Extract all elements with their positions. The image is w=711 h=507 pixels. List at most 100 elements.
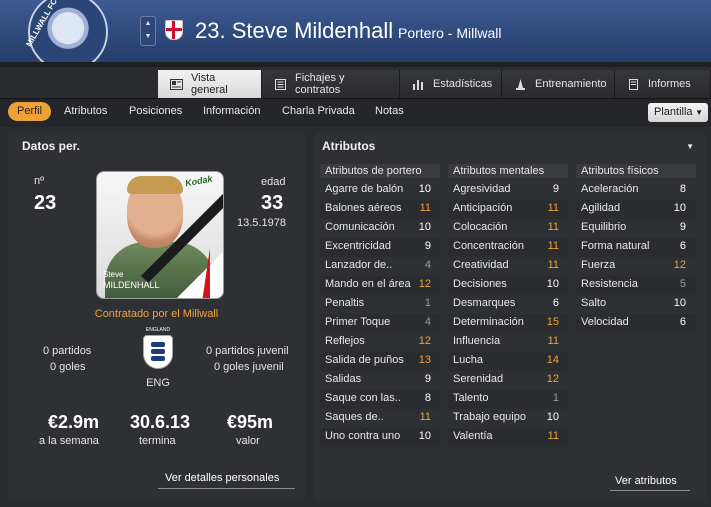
- attribute-name: Forma natural: [581, 240, 650, 252]
- attribute-name: Penaltis: [325, 297, 365, 309]
- attribute-row[interactable]: Concentración 11: [448, 238, 568, 257]
- player-nav-stepper[interactable]: ▲ ▼: [140, 16, 156, 46]
- overview-icon: [170, 78, 183, 90]
- attribute-value: 12: [418, 335, 431, 347]
- subtab-informacion[interactable]: Información: [203, 105, 260, 117]
- attribute-row[interactable]: Colocación 11: [448, 219, 568, 238]
- plantilla-label: Plantilla: [654, 106, 693, 118]
- attribute-row[interactable]: Penaltis 1: [320, 295, 440, 314]
- attribute-value: 4: [424, 316, 431, 328]
- attribute-name: Valentía: [453, 430, 493, 442]
- attribute-row[interactable]: Determinación 15: [448, 314, 568, 333]
- attribute-value: 10: [546, 411, 559, 423]
- attribute-value: 12: [673, 259, 686, 271]
- attribute-row[interactable]: Reflejos 12: [320, 333, 440, 352]
- tab-label: Fichajes y contratos: [295, 72, 345, 96]
- subtab-notas[interactable]: Notas: [375, 105, 404, 117]
- tab-reports[interactable]: Informes: [615, 70, 711, 98]
- attribute-name: Fuerza: [581, 259, 616, 271]
- attribute-row[interactable]: Trabajo equipo 10: [448, 409, 568, 428]
- sub-navigation: Perfil Atributos Posiciones Información …: [0, 99, 711, 127]
- tab-stats[interactable]: Estadísticas: [400, 70, 502, 98]
- attribute-name: Talento: [453, 392, 489, 404]
- attribute-row[interactable]: Salto 10: [576, 295, 696, 314]
- player-header: MILLWALL FC ▲ ▼ 23. Steve Mildenhall Por…: [0, 0, 711, 62]
- contract-expiry: 30.6.13: [130, 412, 191, 432]
- personal-details-link[interactable]: Ver detalles personales: [165, 472, 279, 484]
- attribute-name: Primer Toque: [325, 316, 391, 328]
- attribute-name: Uno contra uno: [325, 430, 401, 442]
- attribute-value: 11: [547, 240, 559, 252]
- stats-icon: [412, 79, 425, 90]
- reports-icon: [627, 78, 640, 90]
- link-underline: [610, 490, 690, 491]
- attribute-row[interactable]: Lanzador de.. 4: [320, 257, 440, 276]
- nation-code: ENG: [146, 377, 170, 389]
- attribute-value: 5: [679, 278, 686, 290]
- player-position-club[interactable]: Portero - Millwall: [398, 25, 501, 41]
- attribute-row[interactable]: Mando en el área 12: [320, 276, 440, 295]
- attribute-row[interactable]: Creatividad 11: [448, 257, 568, 276]
- attribute-row[interactable]: Fuerza 12: [576, 257, 696, 276]
- three-lions-icon: [143, 335, 173, 369]
- attribute-name: Agilidad: [581, 202, 621, 214]
- tab-overview[interactable]: Vista general: [158, 70, 262, 98]
- tab-contracts[interactable]: Fichajes y contratos: [262, 70, 400, 98]
- attribute-value: 11: [547, 202, 559, 214]
- plantilla-dropdown[interactable]: Plantilla ▼: [648, 103, 708, 122]
- attribute-row[interactable]: Agarre de balón 10: [320, 181, 440, 200]
- attribute-row[interactable]: Uno contra uno 10: [320, 428, 440, 447]
- expiry-label: termina: [139, 435, 176, 447]
- date-of-birth: 13.5.1978: [237, 217, 286, 229]
- attribute-row[interactable]: Agresividad 9: [448, 181, 568, 200]
- attribute-row[interactable]: Forma natural 6: [576, 238, 696, 257]
- attribute-value: 8: [679, 183, 686, 195]
- attribute-name: Balones aéreos: [325, 202, 402, 214]
- subtab-posiciones[interactable]: Posiciones: [129, 105, 182, 117]
- attribute-row[interactable]: Valentía 11: [448, 428, 568, 447]
- attribute-row[interactable]: Serenidad 12: [448, 371, 568, 390]
- panel-menu-icon[interactable]: ▼: [686, 142, 694, 151]
- attribute-value: 14: [546, 354, 559, 366]
- attribute-value: 6: [679, 316, 686, 328]
- attribute-row[interactable]: Excentricidad 9: [320, 238, 440, 257]
- youth-goals: 0 goles juvenil: [214, 361, 284, 373]
- sponsor-logo: Kodak: [184, 173, 214, 189]
- attribute-value: 9: [424, 240, 431, 252]
- attribute-row[interactable]: Velocidad 6: [576, 314, 696, 333]
- attribute-row[interactable]: Resistencia 5: [576, 276, 696, 295]
- attribute-row[interactable]: Equilibrio 9: [576, 219, 696, 238]
- player-value: €95m: [227, 412, 274, 432]
- attribute-row[interactable]: Balones aéreos 11: [320, 200, 440, 219]
- attribute-row[interactable]: Anticipación 11: [448, 200, 568, 219]
- national-team-badge[interactable]: ENGLAND: [140, 327, 176, 373]
- tab-training[interactable]: Entrenamiento: [502, 70, 615, 98]
- attribute-row[interactable]: Salida de puños 13: [320, 352, 440, 371]
- attribute-row[interactable]: Talento 1: [448, 390, 568, 409]
- attribute-row[interactable]: Desmarques 6: [448, 295, 568, 314]
- attribute-row[interactable]: Lucha 14: [448, 352, 568, 371]
- panel-title: Atributos: [322, 139, 376, 153]
- attribute-row[interactable]: Saques de.. 11: [320, 409, 440, 428]
- contract-status[interactable]: Contratado por el Millwall: [8, 308, 305, 320]
- attribute-name: Desmarques: [453, 297, 516, 309]
- attribute-row[interactable]: Aceleración 8: [576, 181, 696, 200]
- attribute-row[interactable]: Primer Toque 4: [320, 314, 440, 333]
- attribute-name: Reflejos: [325, 335, 365, 347]
- attribute-row[interactable]: Comunicación 10: [320, 219, 440, 238]
- chevron-down-icon[interactable]: ▼: [141, 30, 155, 43]
- attributes-link[interactable]: Ver atributos: [615, 475, 677, 487]
- subtab-atributos[interactable]: Atributos: [64, 105, 107, 117]
- club-crest-logo[interactable]: MILLWALL FC: [24, 0, 108, 62]
- attribute-row[interactable]: Decisiones 10: [448, 276, 568, 295]
- attribute-column-header: Atributos mentales: [448, 164, 568, 178]
- subtab-charla-privada[interactable]: Charla Privada: [282, 105, 355, 117]
- attribute-name: Mando en el área: [325, 278, 411, 290]
- tab-label: Informes: [648, 78, 691, 90]
- attribute-row[interactable]: Agilidad 10: [576, 200, 696, 219]
- attribute-row[interactable]: Salidas 9: [320, 371, 440, 390]
- subtab-perfil[interactable]: Perfil: [8, 102, 52, 121]
- attribute-row[interactable]: Influencia 11: [448, 333, 568, 352]
- attribute-row[interactable]: Saque con las.. 8: [320, 390, 440, 409]
- chevron-up-icon[interactable]: ▲: [141, 17, 155, 30]
